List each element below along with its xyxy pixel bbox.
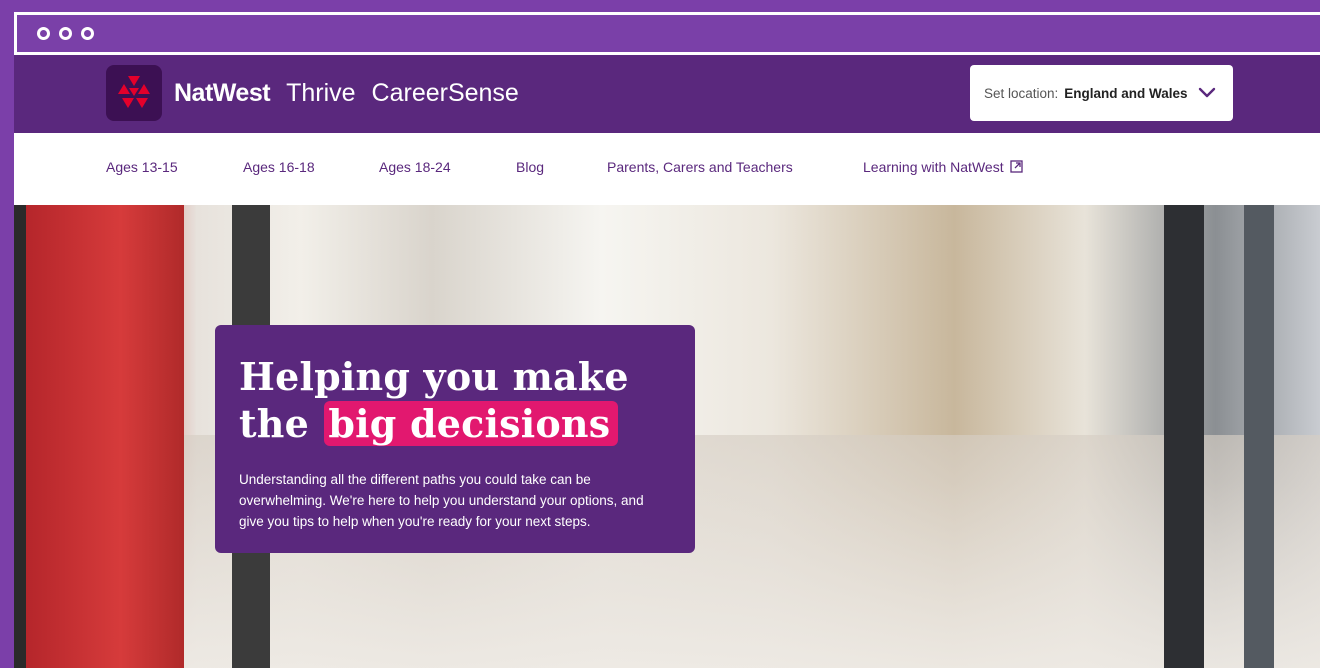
hero-headline: Helping you make the big decisions — [239, 353, 671, 447]
headline-line1: Helping you make — [239, 354, 629, 399]
site-header: NatWest Thrive CareerSense Set location:… — [14, 55, 1320, 133]
nav-ages-16-18[interactable]: Ages 16-18 — [243, 159, 315, 175]
browser-toolbar — [14, 12, 1320, 52]
window-control-dot[interactable] — [81, 27, 94, 40]
hero-photo-pillar — [1164, 205, 1204, 668]
hero-photo-pillar — [1244, 205, 1274, 668]
hero-card: Helping you make the big decisions Under… — [215, 325, 695, 553]
brand-name: NatWest — [174, 79, 271, 107]
nav-blog[interactable]: Blog — [516, 159, 544, 175]
headline-highlight: big decisions — [324, 401, 619, 446]
natwest-logo-icon[interactable] — [106, 65, 162, 121]
chevron-down-icon — [1198, 87, 1216, 99]
window-control-dot[interactable] — [37, 27, 50, 40]
hero-photo-red-wall — [26, 205, 184, 668]
external-link-icon — [1010, 160, 1024, 173]
main-nav: Ages 13-15 Ages 16-18 Ages 18-24 Blog Pa… — [14, 133, 1320, 205]
brand-thrive: Thrive — [286, 79, 356, 107]
nav-learning-label: Learning with NatWest — [863, 159, 1004, 175]
hero-banner: Helping you make the big decisions Under… — [14, 205, 1320, 668]
hero-blurb: Understanding all the different paths yo… — [239, 472, 644, 529]
hero-photo-pillar — [14, 205, 26, 668]
window-controls — [37, 27, 94, 40]
location-label: Set location: — [984, 85, 1059, 101]
location-selector[interactable]: Set location: England and Wales — [970, 65, 1233, 121]
headline-the: the — [239, 401, 309, 446]
window-control-dot[interactable] — [59, 27, 72, 40]
page-viewport: NatWest Thrive CareerSense Set location:… — [14, 55, 1320, 668]
nav-learning-with-natwest[interactable]: Learning with NatWest — [863, 159, 1024, 175]
nav-parents-carers-teachers[interactable]: Parents, Carers and Teachers — [607, 159, 793, 175]
nav-ages-18-24[interactable]: Ages 18-24 — [379, 159, 451, 175]
brand-careersense: CareerSense — [371, 79, 519, 107]
brand-wordmark[interactable]: NatWest Thrive CareerSense — [174, 79, 519, 108]
browser-window: NatWest Thrive CareerSense Set location:… — [0, 0, 1320, 668]
location-value: England and Wales — [1064, 85, 1188, 101]
nav-ages-13-15[interactable]: Ages 13-15 — [106, 159, 178, 175]
